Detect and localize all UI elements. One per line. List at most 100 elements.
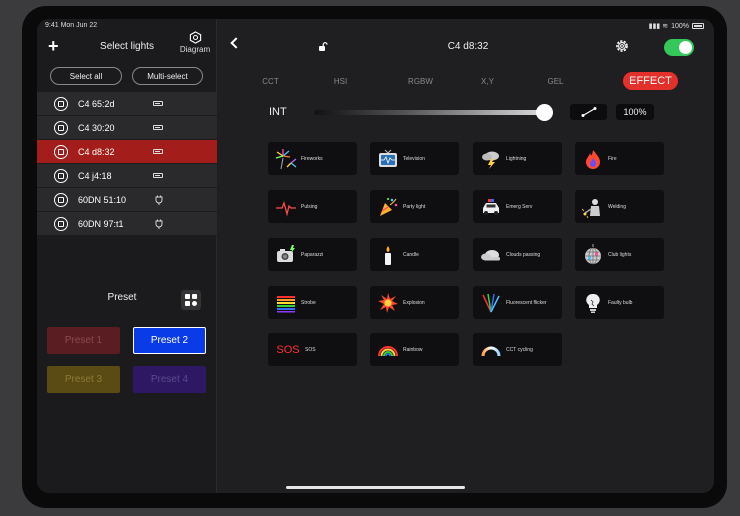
home-indicator[interactable] bbox=[286, 486, 465, 489]
effect-fireworks-button[interactable]: Fireworks bbox=[268, 142, 357, 175]
intensity-slider-handle[interactable] bbox=[536, 104, 553, 121]
battery-icon bbox=[153, 173, 163, 178]
effect-lightning-button[interactable]: Lightning bbox=[473, 142, 562, 175]
effect-explosion-button[interactable]: Explosion bbox=[370, 286, 459, 319]
fireworks-icon bbox=[275, 148, 297, 170]
light-row[interactable]: 60DN 97:t1 bbox=[37, 212, 217, 236]
sos-icon: SOS bbox=[276, 343, 300, 356]
effect-label: Lightning bbox=[506, 155, 527, 162]
effect-fire-button[interactable]: Fire bbox=[575, 142, 664, 175]
battery-icon bbox=[692, 23, 704, 29]
effect-label: Candle bbox=[403, 251, 419, 258]
effect-pulsing-button[interactable]: Pulsing bbox=[268, 190, 357, 223]
device-control-panel: ▮▮▮ ≋ 100% C4 d8:32 CCT HSI RGBW X,Y GEL EFFE… bbox=[218, 19, 714, 493]
fluorescent-icon bbox=[480, 292, 502, 314]
effect-cct-cycling-button[interactable]: CCT cycling bbox=[473, 333, 562, 366]
tab-hsi[interactable]: HSI bbox=[313, 72, 368, 90]
effect-fluorescent-flicker-button[interactable]: Fluorescent flicker bbox=[473, 286, 562, 319]
light-list: C4 65:2d C4 30:20 C4 d8:32 C4 j4:18 60DN 51:… bbox=[37, 92, 217, 236]
party-icon bbox=[377, 196, 399, 218]
intensity-value[interactable]: 100% bbox=[616, 104, 654, 120]
effect-faulty-bulb-button[interactable]: Faulty bulb bbox=[575, 286, 664, 319]
light-fixture-icon bbox=[54, 144, 68, 159]
effect-television-button[interactable]: Television bbox=[370, 142, 459, 175]
tab-rgbw[interactable]: RGBW bbox=[383, 72, 458, 90]
device-title: C4 d8:32 bbox=[447, 41, 489, 52]
effect-clouds-passing-button[interactable]: Clouds passing bbox=[473, 238, 562, 271]
explosion-icon bbox=[377, 292, 399, 314]
dimming-curve-button[interactable] bbox=[570, 104, 607, 120]
effect-club-lights-button[interactable]: Club lights bbox=[575, 238, 664, 271]
plug-icon bbox=[155, 219, 163, 229]
back-icon[interactable] bbox=[230, 37, 242, 49]
effect-label: Rainbow bbox=[403, 346, 423, 353]
effect-rainbow-button[interactable]: Rainbow bbox=[370, 333, 459, 366]
mode-tabs: CCT HSI RGBW X,Y GEL EFFECT bbox=[243, 72, 703, 90]
battery-icon bbox=[153, 149, 163, 154]
rainbow-icon bbox=[377, 339, 399, 361]
effect-label: Fire bbox=[608, 155, 617, 162]
light-row[interactable]: C4 j4:18 bbox=[37, 164, 217, 188]
effect-emerg-serv-button[interactable]: Emerg Serv bbox=[473, 190, 562, 223]
lightning-icon bbox=[480, 148, 502, 170]
tab-gel[interactable]: GEL bbox=[528, 72, 583, 90]
select-all-button[interactable]: Select all bbox=[50, 67, 122, 85]
diagram-button[interactable]: Diagram bbox=[177, 31, 213, 54]
battery-icon bbox=[153, 101, 163, 106]
strobe-icon bbox=[275, 292, 297, 314]
effect-label: Explosion bbox=[403, 299, 425, 306]
effect-label: Clouds passing bbox=[506, 251, 541, 258]
effect-label: Paparazzi bbox=[301, 251, 324, 258]
preset-1-button[interactable]: Preset 1 bbox=[47, 327, 120, 354]
effect-label: Faulty bulb bbox=[608, 299, 633, 306]
power-toggle[interactable] bbox=[664, 39, 694, 56]
light-name: C4 65:2d bbox=[78, 98, 115, 109]
camera-icon bbox=[275, 244, 297, 266]
status-indicators: ▮▮▮ ≋ 100% bbox=[649, 22, 704, 30]
fire-icon bbox=[582, 148, 604, 170]
police-car-icon bbox=[480, 196, 502, 218]
preset-3-button[interactable]: Preset 3 bbox=[47, 366, 120, 393]
effect-party-light-button[interactable]: Party light bbox=[370, 190, 459, 223]
disco-ball-icon bbox=[582, 243, 604, 266]
light-row[interactable]: C4 65:2d bbox=[37, 92, 217, 116]
intensity-slider[interactable] bbox=[314, 110, 546, 115]
effect-strobe-button[interactable]: Strobe bbox=[268, 286, 357, 319]
light-row[interactable]: 60DN 51:10 bbox=[37, 188, 217, 212]
effect-sos-button[interactable]: SOS SOS bbox=[268, 333, 357, 366]
light-row[interactable]: C4 30:20 bbox=[37, 116, 217, 140]
tab-effect[interactable]: EFFECT bbox=[623, 72, 678, 90]
app-screen: 9:41 Mon Jun 22 + Select lights Diagram … bbox=[37, 19, 714, 493]
gear-icon[interactable] bbox=[615, 39, 629, 58]
effect-label: SOS bbox=[305, 346, 316, 353]
intensity-label: INT bbox=[269, 106, 287, 118]
tab-cct[interactable]: CCT bbox=[243, 72, 298, 90]
candle-icon bbox=[377, 244, 399, 266]
light-name: 60DN 51:10 bbox=[78, 194, 127, 205]
effect-label: CCT cycling bbox=[506, 346, 533, 353]
effect-label: Fireworks bbox=[301, 155, 323, 162]
tab-xy[interactable]: X,Y bbox=[460, 72, 515, 90]
status-time: 9:41 Mon Jun 22 bbox=[45, 22, 98, 29]
preset-grid-icon[interactable] bbox=[181, 290, 201, 310]
effect-label: Party light bbox=[403, 203, 426, 210]
multi-select-button[interactable]: Multi-select bbox=[132, 67, 203, 85]
effect-paparazzi-button[interactable]: Paparazzi bbox=[268, 238, 357, 271]
effect-label: Fluorescent flicker bbox=[506, 299, 547, 306]
preset-2-button[interactable]: Preset 2 bbox=[133, 327, 206, 354]
unlock-icon[interactable] bbox=[318, 39, 328, 57]
light-name: C4 d8:32 bbox=[78, 146, 115, 157]
diagram-icon bbox=[189, 31, 201, 44]
effect-label: Emerg Serv bbox=[506, 203, 533, 210]
effect-welding-button[interactable]: Welding bbox=[575, 190, 664, 223]
battery-percent: 100% bbox=[671, 22, 689, 30]
light-row[interactable]: C4 d8:32 bbox=[37, 140, 217, 164]
welding-icon bbox=[582, 196, 604, 218]
diagram-label: Diagram bbox=[179, 45, 211, 54]
preset-4-button[interactable]: Preset 4 bbox=[133, 366, 206, 393]
effect-candle-button[interactable]: Candle bbox=[370, 238, 459, 271]
light-fixture-icon bbox=[54, 192, 68, 207]
television-icon bbox=[377, 148, 399, 170]
bulb-icon bbox=[582, 292, 604, 314]
light-fixture-icon bbox=[54, 120, 68, 135]
